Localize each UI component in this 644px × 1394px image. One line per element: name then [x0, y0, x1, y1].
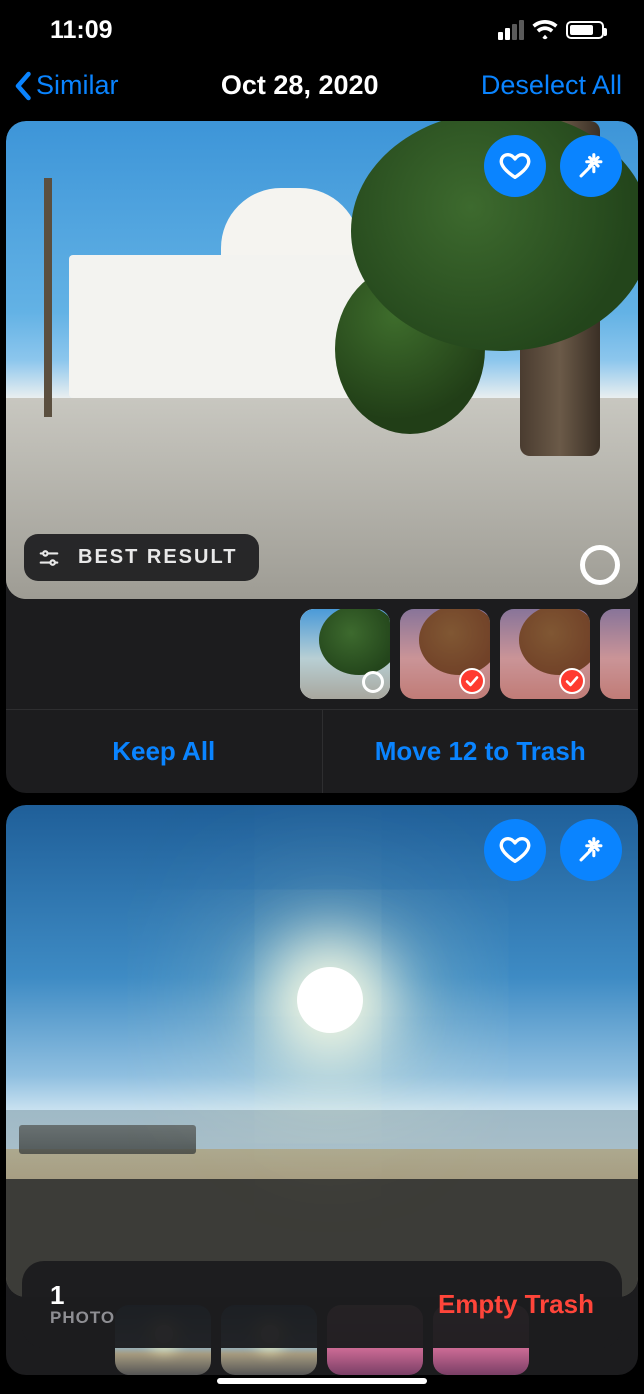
sliders-icon	[38, 547, 60, 569]
status-icons	[498, 20, 604, 40]
back-button[interactable]: Similar	[14, 70, 119, 101]
page-title: Oct 28, 2020	[221, 70, 379, 101]
move-to-trash-button[interactable]: Move 12 to Trash	[323, 710, 639, 793]
magic-enhance-button[interactable]	[560, 819, 622, 881]
cellular-icon	[498, 20, 524, 40]
selection-ring[interactable]	[580, 545, 620, 585]
keep-all-button[interactable]: Keep All	[6, 710, 322, 793]
wifi-icon	[532, 20, 558, 40]
chevron-left-icon	[14, 71, 34, 101]
deselect-all-button[interactable]: Deselect All	[481, 70, 622, 101]
best-result-badge[interactable]: BEST RESULT	[24, 534, 259, 581]
nav-bar: Similar Oct 28, 2020 Deselect All	[0, 60, 644, 119]
hero-photo[interactable]: BEST RESULT	[6, 121, 638, 599]
back-label: Similar	[36, 70, 119, 101]
photo-group-card: BEST RESULT Keep All Move 12 to Trash	[6, 121, 638, 793]
hero-photo[interactable]	[6, 805, 638, 1297]
trash-label: PHOTO	[50, 1309, 115, 1328]
selection-ring-icon	[362, 671, 384, 693]
thumbnail-strip[interactable]	[6, 599, 638, 709]
home-indicator[interactable]	[217, 1378, 427, 1384]
heart-icon	[498, 833, 532, 867]
magic-wand-icon	[574, 833, 608, 867]
trash-bar: 1 PHOTO Empty Trash	[22, 1261, 622, 1348]
best-result-label: BEST RESULT	[78, 546, 237, 569]
heart-icon	[498, 149, 532, 183]
thumbnail-item[interactable]	[400, 609, 490, 699]
trash-count: 1	[50, 1281, 115, 1310]
thumbnail-item[interactable]	[600, 609, 630, 699]
magic-wand-icon	[574, 149, 608, 183]
battery-icon	[566, 21, 604, 39]
status-time: 11:09	[50, 16, 113, 45]
thumbnail-item[interactable]	[500, 609, 590, 699]
favorite-button[interactable]	[484, 819, 546, 881]
selected-check-icon	[559, 668, 585, 694]
selected-check-icon	[459, 668, 485, 694]
favorite-button[interactable]	[484, 135, 546, 197]
thumbnail-item[interactable]	[300, 609, 390, 699]
empty-trash-button[interactable]: Empty Trash	[438, 1289, 594, 1320]
magic-enhance-button[interactable]	[560, 135, 622, 197]
status-bar: 11:09	[0, 0, 644, 60]
card-actions: Keep All Move 12 to Trash	[6, 709, 638, 793]
